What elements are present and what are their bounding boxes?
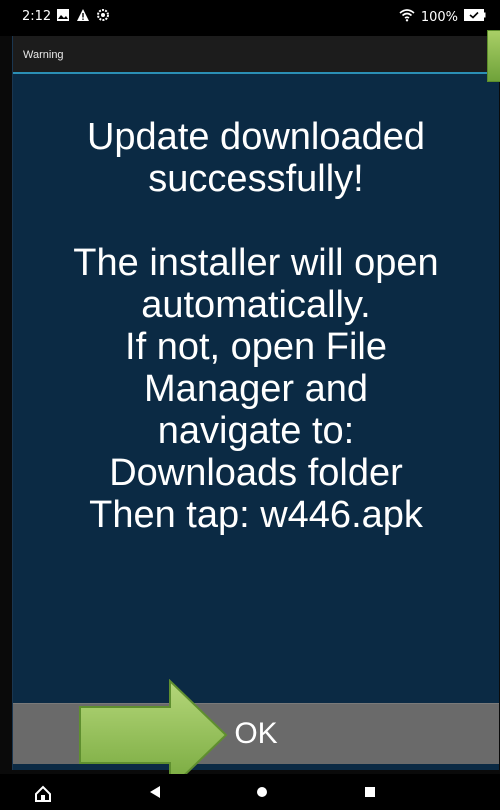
back-icon[interactable] xyxy=(130,774,180,810)
battery-icon xyxy=(464,9,486,25)
dialog-title: Warning xyxy=(23,49,64,61)
message-line: navigate to: xyxy=(157,410,355,452)
message-line: If not, open File xyxy=(125,326,387,368)
message-line: Update downloaded xyxy=(86,116,426,158)
message-line: Manager and xyxy=(144,368,368,410)
warning-icon xyxy=(76,8,90,26)
edge-tab xyxy=(487,30,500,82)
wifi-icon xyxy=(399,8,415,26)
battery-percent: 100% xyxy=(420,9,458,25)
message-line: automatically. xyxy=(141,284,371,326)
photo-icon xyxy=(56,8,70,26)
screen: 2:12 100% Warning Update downloaded succ… xyxy=(0,0,500,810)
status-bar: 2:12 100% xyxy=(0,0,500,36)
dialog-message: Update downloaded successfully! The inst… xyxy=(13,116,499,536)
settings-icon xyxy=(96,8,110,26)
status-icons-left xyxy=(56,8,110,26)
message-line: Then tap: w446.apk xyxy=(89,494,423,536)
warning-dialog: Warning Update downloaded successfully! … xyxy=(12,36,499,770)
navigation-bar xyxy=(0,774,500,810)
message-line xyxy=(13,200,499,242)
home-icon[interactable] xyxy=(18,774,68,810)
dialog-header: Warning xyxy=(13,36,499,74)
status-icons-right: 100% xyxy=(399,8,486,26)
home-circle-icon[interactable] xyxy=(237,774,287,810)
message-line: The installer will open xyxy=(73,242,439,284)
message-line: Downloads folder xyxy=(109,452,403,494)
message-line: successfully! xyxy=(148,158,364,200)
status-time: 2:12 xyxy=(22,9,52,24)
recents-icon[interactable] xyxy=(345,774,395,810)
